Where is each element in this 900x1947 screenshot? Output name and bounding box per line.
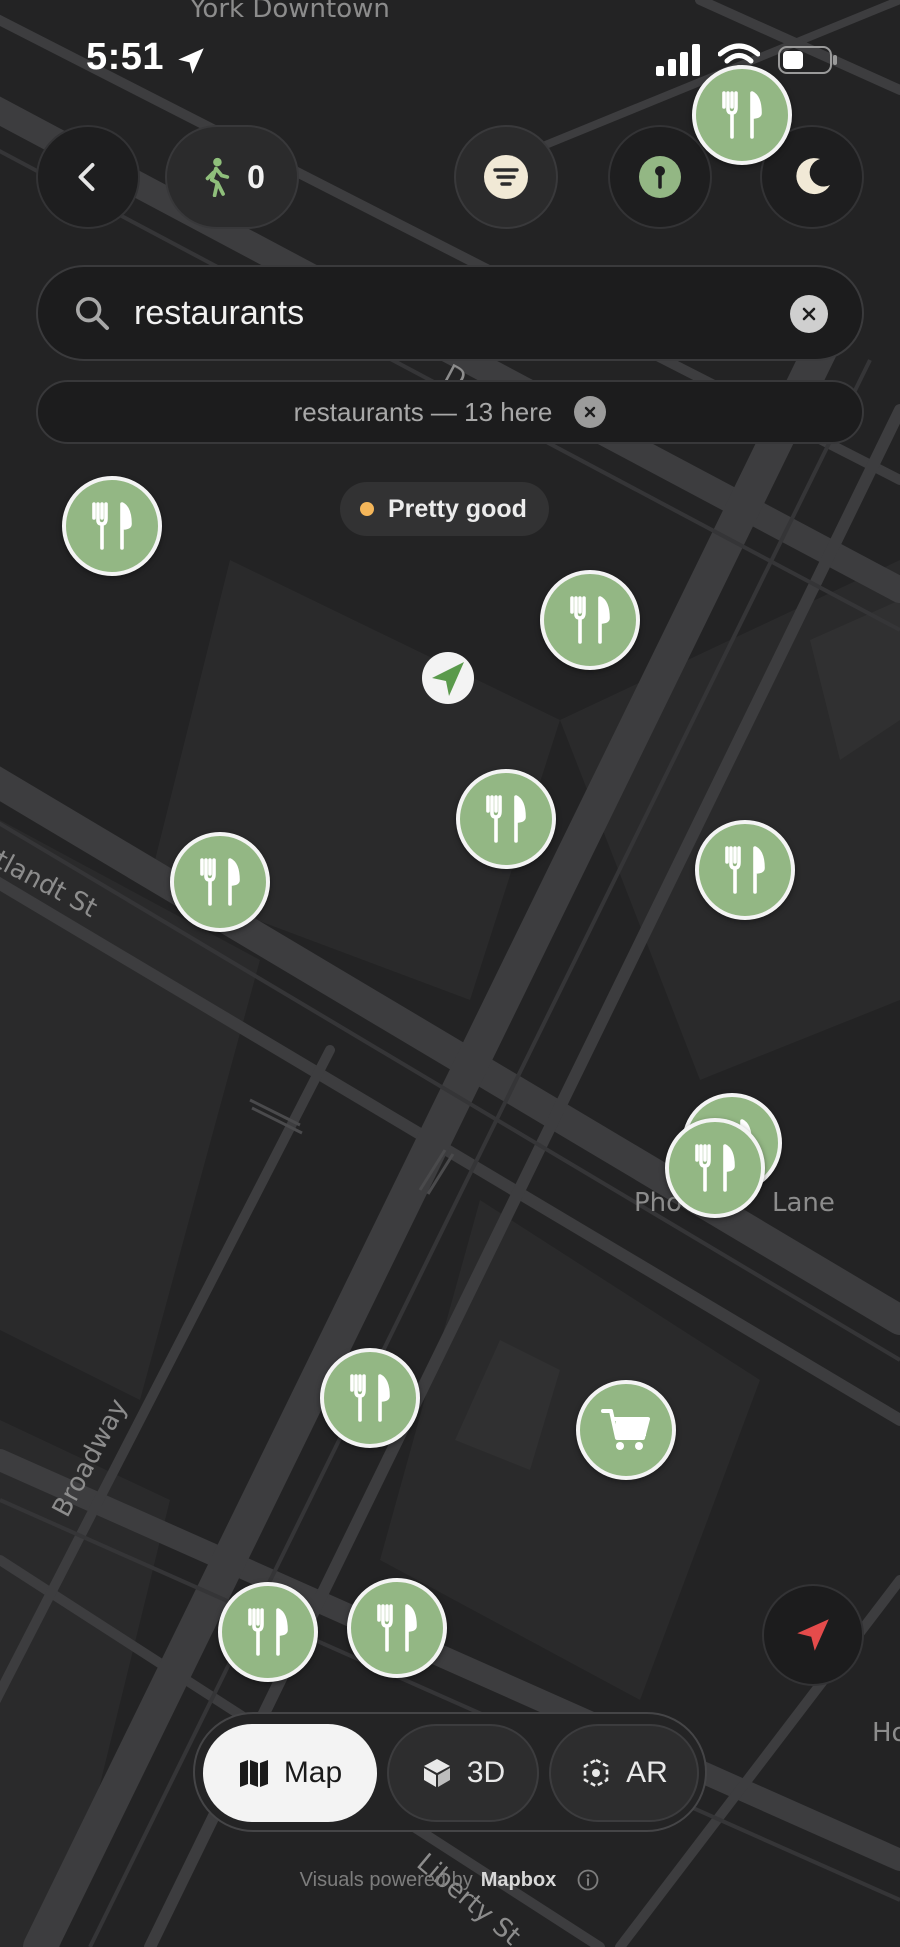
info-icon[interactable] bbox=[576, 1868, 600, 1892]
shopping-cart-icon bbox=[601, 1409, 650, 1450]
fork-knife-icon bbox=[377, 1604, 417, 1652]
location-arrow-icon bbox=[797, 1619, 829, 1651]
search-icon bbox=[76, 297, 109, 330]
close-icon bbox=[585, 406, 596, 418]
recenter-button[interactable] bbox=[762, 1584, 864, 1686]
moon-icon bbox=[796, 158, 830, 195]
ar-icon bbox=[583, 1758, 609, 1788]
fork-knife-icon bbox=[92, 502, 132, 550]
street-label-ho: Ho bbox=[872, 1718, 900, 1748]
clear-search-button[interactable] bbox=[790, 295, 828, 333]
cube-icon bbox=[423, 1759, 450, 1787]
street-label-york: York Downtown bbox=[190, 0, 390, 24]
back-button[interactable] bbox=[36, 125, 140, 229]
walking-person-icon bbox=[205, 157, 230, 197]
mode-3d-label: 3D bbox=[466, 1756, 506, 1789]
user-location-icon bbox=[422, 652, 474, 704]
dismiss-results-button[interactable] bbox=[574, 396, 607, 428]
street-label-platt-lane: Lane bbox=[772, 1188, 835, 1218]
restaurant-marker[interactable] bbox=[456, 769, 556, 869]
restaurant-marker[interactable] bbox=[695, 820, 795, 920]
restaurant-marker[interactable] bbox=[665, 1118, 765, 1218]
cellular-signal-icon bbox=[656, 44, 700, 76]
filter-lines-icon bbox=[484, 155, 528, 199]
clear-x-icon bbox=[802, 307, 816, 321]
attribution-brand[interactable]: Mapbox bbox=[481, 1869, 557, 1892]
quality-badge: Pretty good bbox=[340, 482, 549, 536]
mode-3d-button[interactable]: 3D bbox=[387, 1724, 539, 1822]
fork-knife-icon bbox=[200, 858, 240, 906]
mode-ar-label: AR bbox=[626, 1756, 668, 1789]
shopping-marker[interactable] bbox=[576, 1380, 676, 1480]
results-summary-text: restaurants — 13 here bbox=[293, 396, 553, 427]
fork-knife-icon bbox=[722, 91, 762, 139]
fork-knife-icon bbox=[695, 1144, 735, 1192]
view-mode-switcher: Map 3D AR bbox=[193, 1712, 707, 1832]
walk-count: 0 bbox=[247, 158, 265, 195]
mode-map-label: Map bbox=[283, 1756, 343, 1789]
map-icon bbox=[239, 1760, 268, 1787]
pin-button[interactable] bbox=[608, 125, 712, 229]
attribution: Visuals powered by Mapbox bbox=[0, 1868, 900, 1892]
chevron-left-icon bbox=[78, 163, 95, 191]
restaurant-marker[interactable] bbox=[540, 570, 640, 670]
attribution-prefix: Visuals powered by bbox=[299, 1868, 473, 1891]
battery-icon bbox=[778, 46, 837, 74]
restaurant-marker[interactable] bbox=[692, 65, 792, 165]
fork-knife-icon bbox=[486, 795, 526, 843]
mode-ar-button[interactable]: AR bbox=[549, 1724, 699, 1822]
search-bar[interactable]: restaurants bbox=[36, 265, 864, 361]
map-pin-icon bbox=[639, 156, 681, 198]
fork-knife-icon bbox=[248, 1608, 288, 1656]
walk-counter-button[interactable]: 0 bbox=[165, 125, 299, 229]
restaurant-marker[interactable] bbox=[347, 1578, 447, 1678]
restaurant-marker[interactable] bbox=[62, 476, 162, 576]
quality-label: Pretty good bbox=[388, 494, 527, 523]
filter-button[interactable] bbox=[454, 125, 558, 229]
fork-knife-icon bbox=[350, 1374, 390, 1422]
restaurant-marker[interactable] bbox=[170, 832, 270, 932]
location-services-icon bbox=[178, 48, 204, 74]
search-input[interactable]: restaurants bbox=[134, 294, 304, 333]
restaurant-marker[interactable] bbox=[218, 1582, 318, 1682]
fork-knife-icon bbox=[725, 846, 765, 894]
restaurant-marker[interactable] bbox=[320, 1348, 420, 1448]
status-time: 5:51 bbox=[86, 36, 165, 78]
results-summary-chip: restaurants — 13 here bbox=[36, 380, 864, 444]
fork-knife-icon bbox=[570, 596, 610, 644]
mode-map-button[interactable]: Map bbox=[203, 1724, 377, 1822]
quality-dot bbox=[360, 502, 374, 516]
